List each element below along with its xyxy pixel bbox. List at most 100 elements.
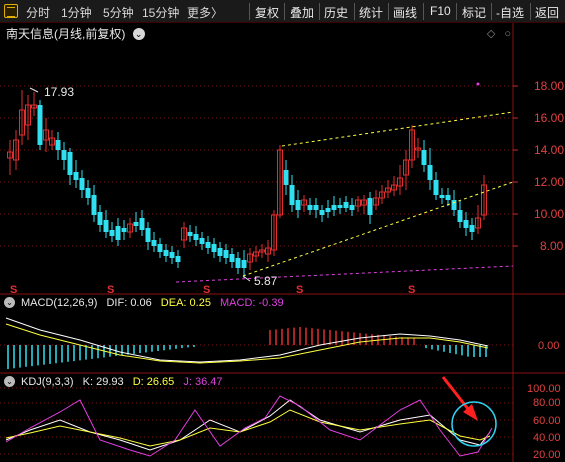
candle-body	[187, 232, 193, 236]
kdj-axis-label: 20.00	[533, 449, 561, 461]
kline-title-bar: 南天信息(月线,前复权) ⌄	[6, 25, 145, 42]
candle-body	[331, 205, 337, 210]
upper-trendline	[281, 111, 514, 147]
kdj-axis-label: 40.00	[533, 432, 561, 444]
kdj-j-line	[5, 395, 493, 457]
candle-body	[439, 195, 445, 198]
kdj-indicator	[5, 395, 493, 457]
candle-body	[283, 170, 289, 185]
candle-body	[445, 195, 451, 200]
candle-body	[85, 188, 91, 198]
kdj-k-value: K: 29.93	[82, 376, 124, 388]
kdj-title-bar: ⌄ KDJ(9,3,3) K: 29.93 D: 26.65 J: 36.47	[4, 376, 228, 388]
candle-body	[37, 105, 43, 145]
marker-dot	[476, 82, 480, 86]
high-pointer	[29, 87, 39, 93]
candle-body	[157, 244, 163, 252]
candle-body	[217, 248, 223, 256]
panel-corner-icons: ◇ ○	[481, 27, 511, 40]
price-axis-label: 8.00	[540, 239, 564, 253]
kdj-name: KDJ(9,3,3)	[21, 376, 74, 388]
price-axis-label: 16.00	[534, 111, 564, 125]
candle-body	[313, 205, 319, 210]
diamond-icon[interactable]: ◇	[487, 28, 495, 40]
candle-body	[133, 222, 139, 226]
candle-body	[91, 195, 97, 215]
chart-grid	[0, 23, 565, 462]
candle-body	[457, 210, 463, 222]
candle-body	[79, 178, 85, 190]
candle-body	[343, 202, 349, 208]
price-axis-label: 10.00	[534, 207, 564, 221]
macd-dif-value: DIF: 0.06	[106, 297, 152, 309]
candle-body	[349, 205, 355, 210]
candle-body	[463, 220, 469, 228]
candle-body	[55, 140, 61, 150]
candle-body	[97, 212, 103, 225]
signal-marker: S	[10, 284, 17, 296]
cyan-circle-annotation	[451, 401, 497, 447]
red-arrow-annotation	[441, 376, 478, 421]
candle-body	[115, 226, 121, 240]
stock-chart[interactable]: 18.00 16.00 14.00 12.00 10.00 8.00 17.93…	[0, 0, 565, 462]
candle-body	[469, 225, 475, 232]
kdj-axis-label: 60.00	[533, 415, 561, 427]
low-price-label: 5.87	[254, 274, 278, 288]
kdj-k-line	[5, 399, 491, 451]
support-line	[175, 265, 514, 283]
kdj-axis-label: 100.00	[527, 383, 561, 395]
macd-name: MACD(12,26,9)	[21, 297, 98, 309]
signal-marker: S	[107, 284, 114, 296]
candle-body	[193, 234, 199, 240]
candle-body	[229, 254, 235, 262]
kdj-j-value: J: 36.47	[183, 376, 223, 388]
kdj-d-value: D: 26.65	[132, 376, 175, 388]
candle-body	[307, 205, 313, 210]
candle-body	[205, 242, 211, 248]
candle-body	[241, 260, 247, 268]
stock-title: 南天信息(月线,前复权)	[6, 27, 126, 41]
kdj-axis-label: 80.00	[533, 397, 561, 409]
signal-marker: S	[408, 284, 415, 296]
candle-body	[427, 165, 433, 180]
candle-body	[103, 220, 109, 232]
signal-marker: S	[296, 284, 303, 296]
macd-indicator	[5, 317, 489, 369]
candle-body	[325, 208, 331, 212]
candle-body	[319, 210, 325, 215]
macd-dea-value: DEA: 0.25	[160, 297, 211, 309]
macd-title-bar: ⌄ MACD(12,26,9) DIF: 0.06 DEA: 0.25 MACD:…	[4, 297, 290, 309]
price-axis-label: 14.00	[534, 143, 564, 157]
candle-body	[421, 150, 427, 165]
macd-dif-line	[5, 317, 489, 363]
candle-body	[433, 180, 439, 195]
dropdown-icon[interactable]: ⌄	[4, 297, 15, 308]
candle-body	[223, 250, 229, 258]
candle-body	[151, 240, 157, 246]
candle-body	[199, 238, 205, 244]
macd-dea-line	[5, 323, 489, 364]
candle-body	[73, 172, 79, 180]
high-price-label: 17.93	[44, 85, 74, 99]
candle-body	[175, 256, 181, 262]
candle-body	[367, 198, 373, 215]
macd-axis-label: 0.00	[538, 340, 559, 352]
dropdown-icon[interactable]: ⌄	[4, 376, 15, 387]
price-axis-label: 18.00	[534, 79, 564, 93]
candle-body	[211, 244, 217, 252]
dropdown-icon[interactable]: ⌄	[132, 28, 145, 40]
candle-body	[139, 218, 145, 230]
candle-body	[295, 200, 301, 210]
candle-body	[67, 152, 73, 175]
candle-body	[145, 228, 151, 242]
candle-body	[121, 228, 127, 232]
macd-value: MACD: -0.39	[220, 297, 284, 309]
price-axis-label: 12.00	[534, 175, 564, 189]
circle-icon[interactable]: ○	[504, 28, 511, 40]
candle-body	[61, 150, 67, 160]
signal-marker: S	[203, 284, 210, 296]
candle-body	[163, 250, 169, 256]
candle-body	[109, 230, 115, 236]
candle-body	[337, 205, 343, 208]
candle-body	[451, 200, 457, 210]
